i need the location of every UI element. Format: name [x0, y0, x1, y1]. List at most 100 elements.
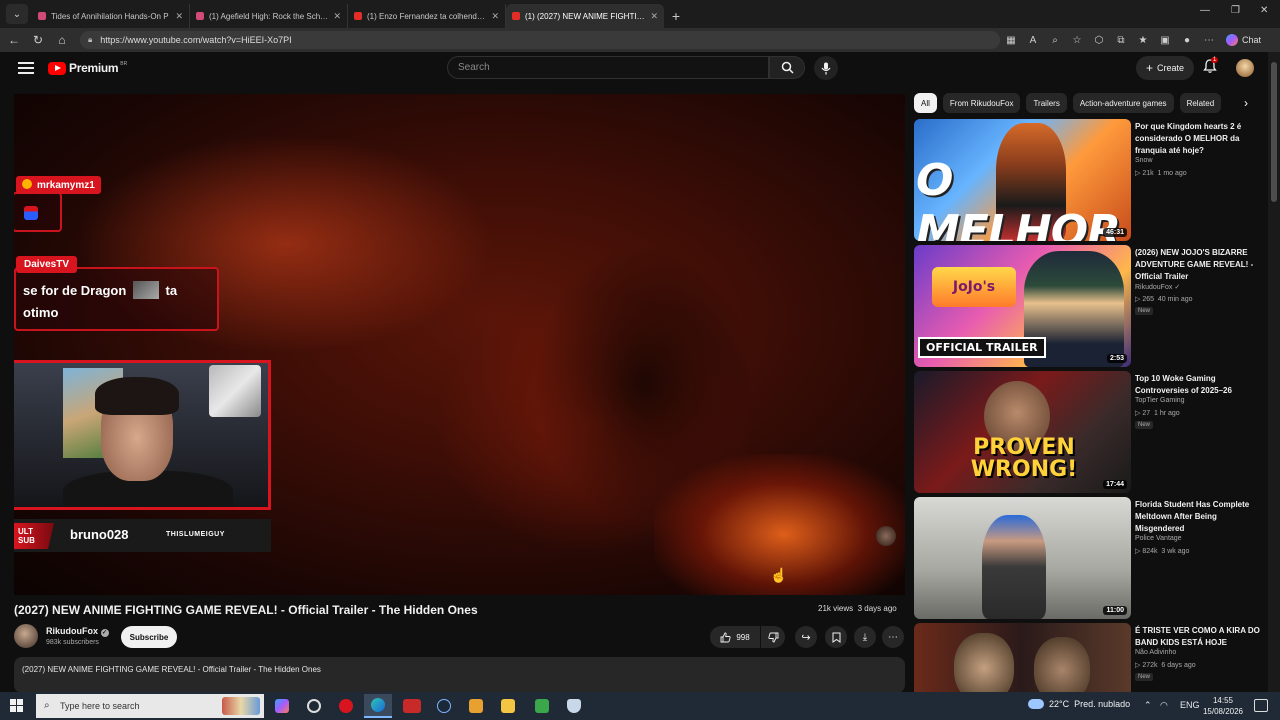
video-title[interactable]: Por que Kingdom hearts 2 é considerado O… — [1135, 121, 1260, 157]
tab-actions-menu-icon[interactable]: ⌄ — [6, 4, 28, 24]
app-icon[interactable] — [398, 694, 426, 718]
translate-icon[interactable]: A — [1022, 29, 1044, 51]
chip-from-channel[interactable]: From RikudouFox — [942, 93, 1021, 113]
share-button[interactable]: ↪ — [795, 626, 817, 648]
search-button[interactable] — [769, 56, 805, 79]
video-thumbnail[interactable] — [914, 623, 1131, 692]
media-player-icon[interactable] — [332, 694, 360, 718]
close-window-icon[interactable]: ✕ — [1260, 5, 1268, 16]
youtube-premium-logo[interactable]: Premium BR — [48, 61, 127, 75]
taskbar-clock[interactable]: 14:55 15/08/2026 — [1198, 695, 1248, 717]
network-icon[interactable]: ◠ — [1160, 700, 1168, 711]
hamburger-menu-icon[interactable] — [18, 62, 34, 74]
browser-tab-active[interactable]: (1) (2027) NEW ANIME FIGHTING G ✕ — [506, 4, 664, 28]
chat-message-text: se for de Dragon ta — [23, 281, 177, 299]
subscribe-button[interactable]: Subscribe — [121, 626, 177, 648]
copilot-chat-button[interactable]: Chat — [1226, 34, 1261, 46]
recommended-video[interactable]: É TRISTE VER COMO A KIRA DO BAND KIDS ES… — [914, 623, 1266, 692]
tab-close-icon[interactable]: ✕ — [491, 11, 499, 22]
browser-tab[interactable]: Tides of Annihilation Hands-On P ✕ — [32, 4, 190, 28]
tab-title: Tides of Annihilation Hands-On P — [51, 11, 169, 21]
chevron-right-icon[interactable]: › — [1238, 95, 1254, 111]
extensions-icon[interactable]: ⬡ — [1088, 29, 1110, 51]
file-explorer-icon[interactable] — [494, 694, 522, 718]
zoom-icon[interactable]: ⌕ — [1044, 29, 1066, 51]
chip-all[interactable]: All — [914, 93, 937, 113]
tab-sync-icon[interactable]: ⧉ — [1110, 29, 1132, 51]
video-description[interactable]: (2027) NEW ANIME FIGHTING GAME REVEAL! -… — [14, 657, 905, 693]
new-tab-button[interactable]: + — [664, 4, 688, 28]
chip-trailers[interactable]: Trailers — [1026, 93, 1067, 113]
copilot-app-icon[interactable] — [268, 694, 296, 718]
create-button[interactable]: + Create — [1136, 56, 1194, 80]
channel-watermark[interactable] — [876, 526, 896, 546]
home-icon[interactable]: ⌂ — [50, 28, 74, 52]
tab-close-icon[interactable]: ✕ — [650, 11, 658, 22]
search-highlight-icon[interactable] — [220, 694, 262, 718]
recommended-video[interactable]: JoJo's OFFICIAL TRAILER 2:53 (2026) NEW … — [914, 245, 1266, 367]
maximize-icon[interactable]: ❐ — [1231, 5, 1240, 16]
video-title[interactable]: Top 10 Woke Gaming Controversies of 2025… — [1135, 373, 1260, 397]
more-actions-button[interactable]: ⋯ — [882, 626, 904, 648]
new-badge: New — [1135, 673, 1154, 681]
new-badge: New — [1135, 307, 1154, 315]
tray-chevron-icon[interactable]: ⌃ — [1144, 700, 1152, 711]
like-button[interactable]: 998 — [710, 626, 760, 648]
vscode-icon[interactable] — [462, 694, 490, 718]
favorites-icon[interactable]: ★ — [1132, 29, 1154, 51]
channel-name[interactable]: Police Vantage — [1135, 535, 1182, 542]
scrollbar-thumb[interactable] — [1271, 62, 1277, 202]
channel-name[interactable]: Não Adivinho — [1135, 649, 1176, 656]
save-button[interactable] — [825, 626, 847, 648]
video-thumbnail[interactable]: PROVEN WRONG! 17:44 — [914, 371, 1131, 493]
back-icon[interactable]: ← — [2, 28, 26, 52]
channel-name[interactable]: RikudouFox ✓ — [46, 626, 109, 637]
weather-widget[interactable]: 22°C Pred. nublado — [1028, 699, 1130, 709]
weather-temp: 22°C — [1049, 699, 1070, 709]
browser-tab[interactable]: (1) Enzo Fernandez ta colhendo tu ✕ — [348, 4, 506, 28]
video-thumbnail[interactable]: JoJo's OFFICIAL TRAILER 2:53 — [914, 245, 1131, 367]
video-player[interactable]: mrkamymz1 se for de Dragon ta otimo Daiv… — [14, 94, 905, 595]
chip-action-adventure[interactable]: Action-adventure games — [1072, 93, 1174, 113]
account-avatar[interactable] — [1236, 59, 1254, 77]
windows-start-icon[interactable] — [10, 699, 24, 713]
notifications-button[interactable]: 1 — [1202, 57, 1222, 78]
language-indicator[interactable]: ENG — [1180, 700, 1200, 710]
more-menu-icon[interactable]: ⋯ — [1198, 29, 1220, 51]
edge-browser-icon[interactable] — [364, 694, 392, 718]
dislike-button[interactable] — [761, 626, 785, 648]
channel-name[interactable]: Snow — [1135, 157, 1153, 164]
channel-avatar[interactable] — [14, 624, 38, 648]
video-title[interactable]: É TRISTE VER COMO A KIRA DO BAND KIDS ES… — [1135, 625, 1260, 649]
minimize-icon[interactable]: — — [1200, 5, 1210, 16]
page-scrollbar[interactable] — [1268, 52, 1280, 692]
browser-tab[interactable]: (1) Agefield High: Rock the School ✕ — [190, 4, 348, 28]
favorite-star-icon[interactable]: ☆ — [1066, 29, 1088, 51]
video-thumbnail[interactable]: O MELHOR 46:31 — [914, 119, 1131, 241]
reload-icon[interactable]: ↻ — [26, 28, 50, 52]
collections-icon[interactable]: ▣ — [1154, 29, 1176, 51]
download-button[interactable]: ⤓ — [854, 626, 876, 648]
search-input[interactable]: Search — [447, 56, 769, 79]
video-title[interactable]: (2026) NEW JOJO'S BIZARRE ADVENTURE GAME… — [1135, 247, 1260, 283]
recommended-video[interactable]: O MELHOR 46:31 Por que Kingdom hearts 2 … — [914, 119, 1266, 241]
url-field[interactable]: 🔒︎ https://www.youtube.com/watch?v=HiEEI-… — [80, 31, 1000, 49]
recommended-video[interactable]: 11:00 Florida Student Has Complete Meltd… — [914, 497, 1266, 619]
profile-icon[interactable]: ● — [1176, 29, 1198, 51]
video-title[interactable]: Florida Student Has Complete Meltdown Af… — [1135, 499, 1260, 535]
channel-name-text: RikudouFox — [46, 626, 98, 636]
notification-center-icon[interactable] — [1254, 699, 1268, 712]
channel-name[interactable]: RikudouFox ✓ — [1135, 283, 1180, 291]
apps-icon[interactable]: ▦ — [1000, 29, 1022, 51]
video-thumbnail[interactable]: 11:00 — [914, 497, 1131, 619]
task-view-icon[interactable] — [300, 694, 328, 718]
game-launcher-icon[interactable] — [528, 694, 556, 718]
tab-close-icon[interactable]: ✕ — [175, 11, 183, 22]
channel-name[interactable]: TopTier Gaming — [1135, 397, 1185, 404]
steam-icon[interactable] — [430, 694, 458, 718]
voice-search-button[interactable] — [814, 56, 838, 80]
recommended-video[interactable]: PROVEN WRONG! 17:44 Top 10 Woke Gaming C… — [914, 371, 1266, 493]
chip-related[interactable]: Related — [1179, 93, 1222, 113]
tab-close-icon[interactable]: ✕ — [333, 11, 341, 22]
security-shield-icon[interactable] — [560, 694, 588, 718]
